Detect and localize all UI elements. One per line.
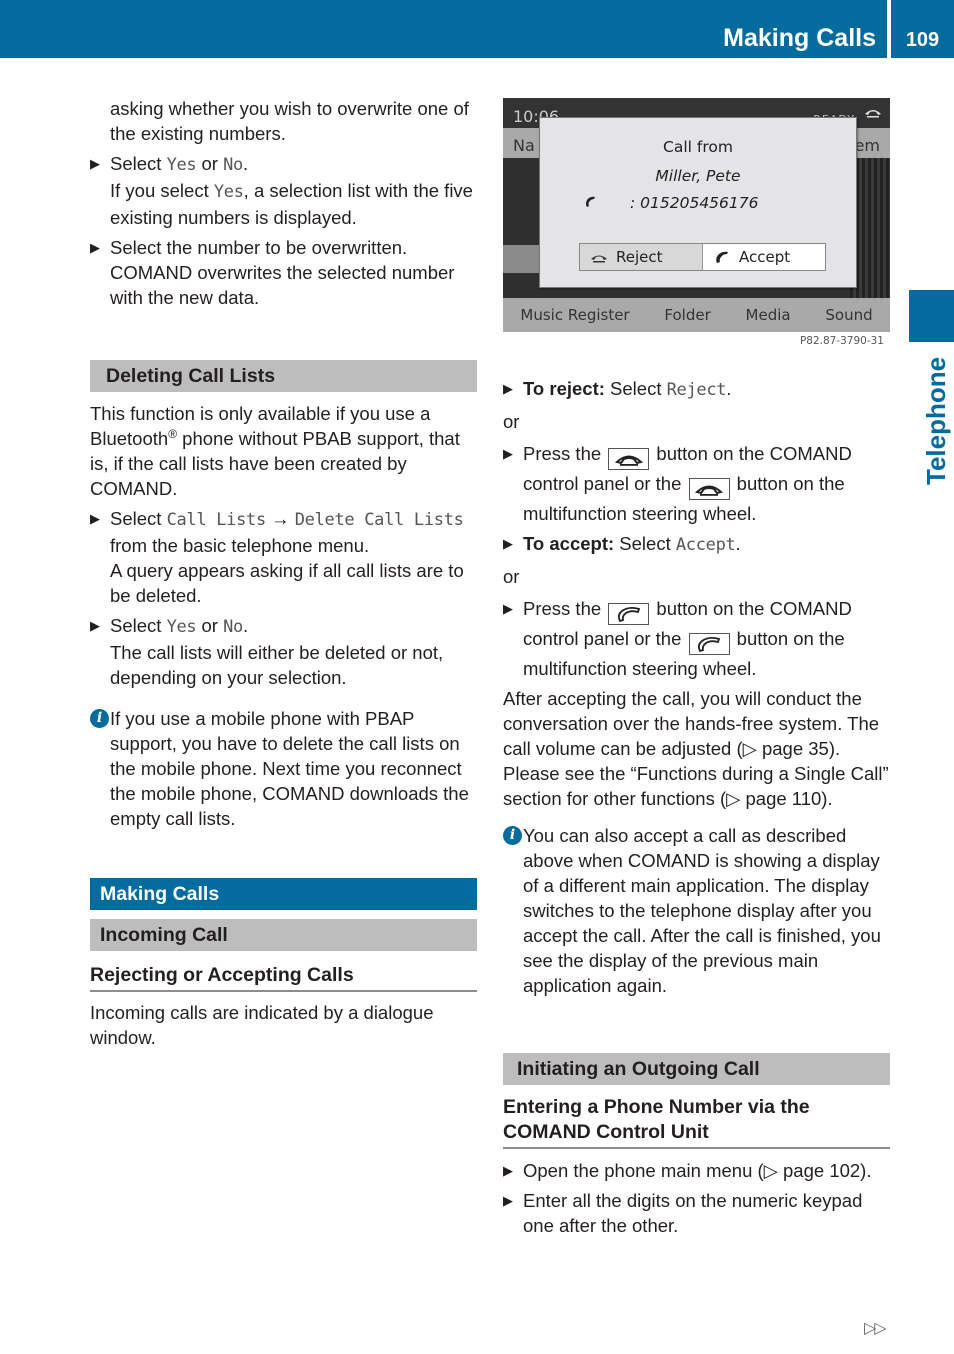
heading-deleting-call-lists: Deleting Call Lists [90,360,477,392]
step-to-reject: ▶ To reject: Select Reject. [503,378,732,400]
step-delete-confirm: ▶ Select Yes or No. The call lists will … [90,615,444,688]
step-press-hangup: ▶ Press the button on the COMAND control… [503,440,890,527]
step-enter-digits: ▶ Enter all the digits on the numeric ke… [503,1190,863,1236]
or-text: or [503,411,520,432]
step-to-accept: ▶ To accept: Select Accept. [503,533,741,555]
pickup-icon [716,251,728,263]
hangup-icon [591,255,607,263]
step-open-phone-menu: ▶ Open the phone main menu (▷ page 102). [503,1160,872,1181]
bullet-arrow-icon: ▶ [503,381,513,396]
header-section-title: Making Calls [723,24,876,52]
after-accept-text: After accepting the call, you will condu… [503,688,889,809]
left-column: asking whether you wish to overwrite one… [90,96,477,1050]
info-note-accept: i You can also accept a call as describe… [503,823,890,998]
step-delete-call-lists: ▶ Select Call Lists → Delete Call Lists … [90,508,464,606]
pickup-key-icon [688,633,730,655]
side-tab-label: Telephone [921,356,951,485]
or-text: or [503,566,520,587]
rejecting-text: Incoming calls are indicated by a dialog… [90,1002,434,1048]
reject-button[interactable]: Reject [580,244,703,270]
dialog-button-row: Reject Accept [579,243,826,271]
menu-delete-call-lists: Delete Call Lists [294,510,464,530]
screen-menu-sound[interactable]: Sound [825,303,872,328]
pickup-key-icon [608,603,650,625]
heading-outgoing-call: Initiating an Outgoing Call [503,1053,890,1085]
bullet-arrow-icon: ▶ [90,240,100,255]
hangup-key-icon [688,478,730,500]
info-icon: i [90,709,109,728]
intro-text: asking whether you wish to overwrite one… [110,98,469,144]
bullet-arrow-icon: ▶ [90,156,100,171]
screen-menu-music-register[interactable]: Music Register [520,303,629,328]
menu-call-lists: Call Lists [166,510,267,530]
continued-marker-icon: ▷▷ [864,1320,887,1337]
bullet-arrow-icon: ▶ [503,1163,513,1178]
deleting-intro: This function is only available if you u… [90,403,460,499]
caller-number: : 015205456176 [630,194,759,212]
page-number: 109 [905,29,940,51]
heading-making-calls: Making Calls [90,878,477,910]
heading-entering-number: Entering a Phone Number via the COMAND C… [503,1095,890,1149]
heading-rejecting-accepting: Rejecting or Accepting Calls [90,963,477,992]
bullet-arrow-icon: ▶ [90,511,100,526]
heading-incoming-call: Incoming Call [90,919,477,951]
bullet-arrow-icon: ▶ [503,446,513,461]
accept-button[interactable]: Accept [703,244,825,270]
bullet-arrow-icon: ▶ [90,618,100,633]
step-select-yes-no: ▶ Select Yes or No. If you select Yes, a… [90,153,473,228]
hangup-key-icon [608,448,650,470]
comand-screenshot: 10:06 READY Na em Music Register Folder … [503,98,890,360]
step-press-pickup: ▶ Press the button on the COMAND control… [503,595,890,682]
info-note-pbap: i If you use a mobile phone with PBAP su… [90,706,477,831]
caller-name: Miller, Pete [655,167,741,185]
menu-option-yes: Yes [166,155,197,175]
bullet-arrow-icon: ▶ [503,536,513,551]
info-icon: i [503,826,522,845]
right-column: 10:06 READY Na em Music Register Folder … [503,98,890,1238]
screen-menu-media[interactable]: Media [746,303,791,328]
side-tab-marker [909,290,954,342]
incoming-call-dialog: Call from Miller, Pete : 015205456176 Re… [539,117,857,288]
bullet-arrow-icon: ▶ [503,1193,513,1208]
dialog-title: Call from [663,138,733,156]
step-select-number: ▶ Select the number to be overwritten. C… [90,237,455,308]
menu-option-no: No [223,155,243,175]
screen-bottom-menu: Music Register Folder Media Sound [503,298,890,332]
bullet-arrow-icon: ▶ [503,601,513,616]
hangup-status-icon [865,110,881,118]
phone-icon [586,196,595,207]
figure-caption: P82.87-3790-31 [799,335,884,347]
screen-menu-folder[interactable]: Folder [664,303,710,328]
